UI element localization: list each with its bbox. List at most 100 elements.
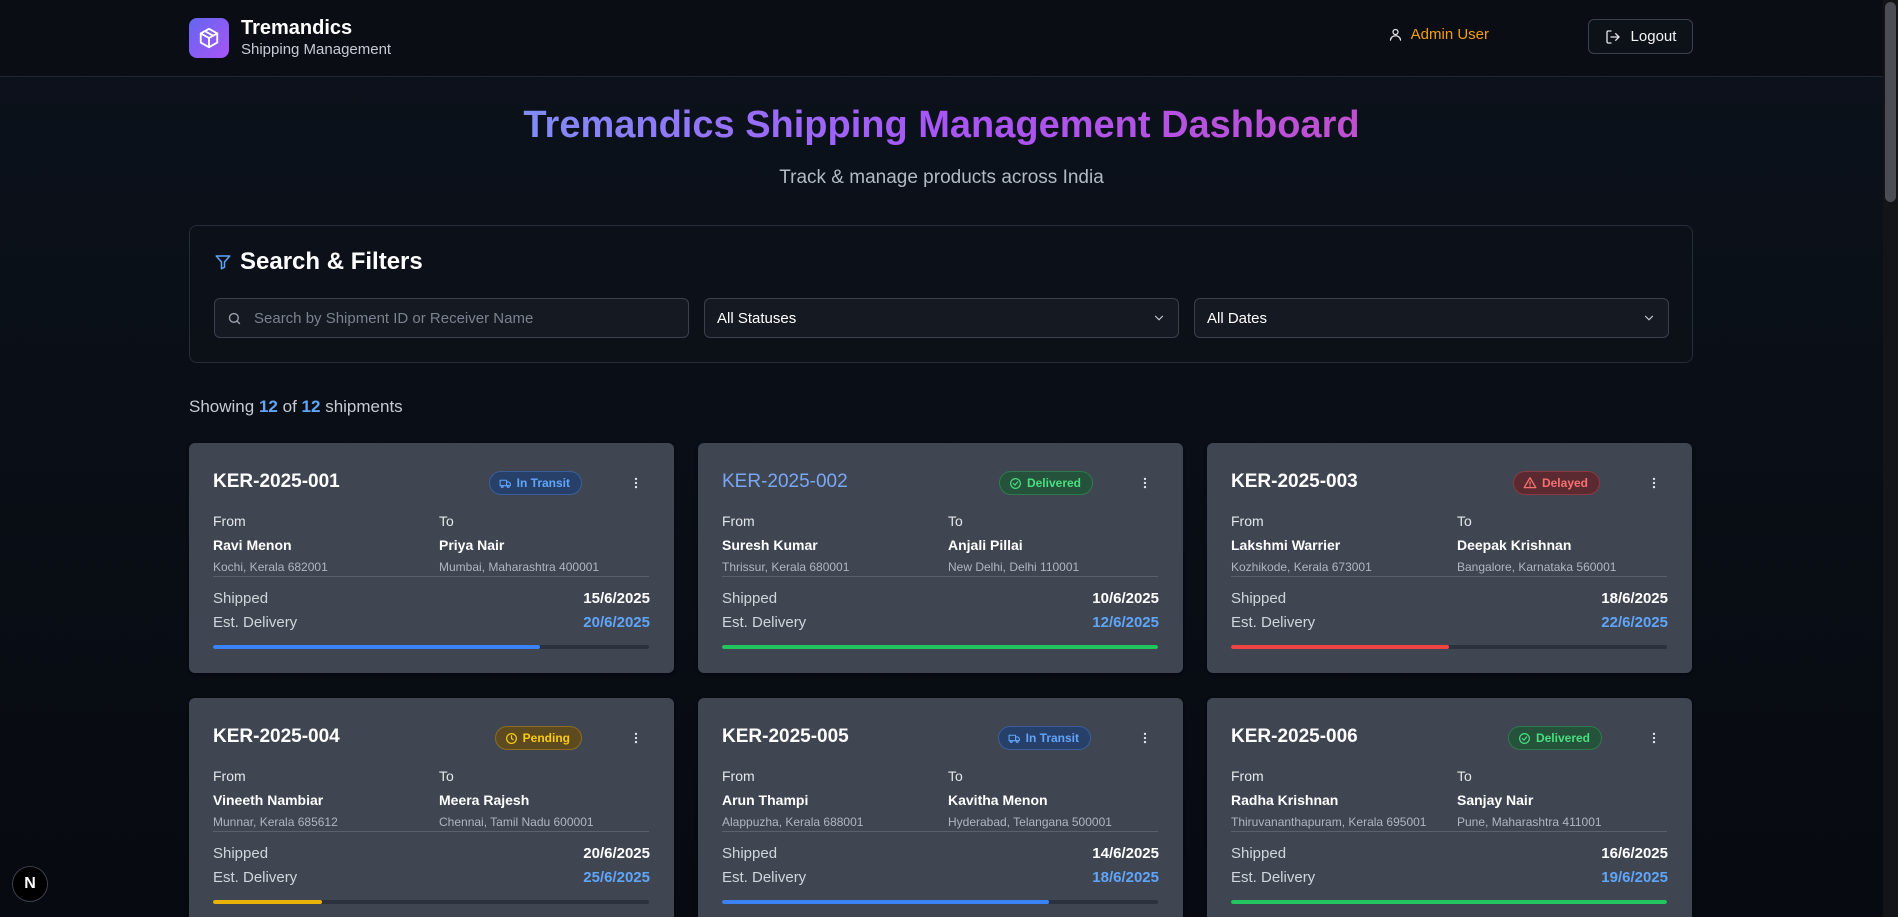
sender-name: Arun Thampi <box>722 792 809 808</box>
scrollbar-thumb[interactable] <box>1885 2 1896 202</box>
warning-icon <box>1523 476 1542 490</box>
user-menu[interactable]: Admin User <box>1388 26 1489 43</box>
shipment-card[interactable]: KER-2025-001 In Transit From Ravi Menon … <box>189 443 674 673</box>
top-navbar: Tremandics Shipping Management Admin Use… <box>0 0 1898 77</box>
shipped-label: Shipped <box>213 845 269 862</box>
est-delivery-date: 20/6/2025 <box>583 614 650 631</box>
chevron-down-icon <box>1154 315 1164 321</box>
date-select[interactable]: All Dates <box>1194 298 1669 338</box>
card-menu-button[interactable] <box>1644 728 1664 748</box>
shipment-card[interactable]: KER-2025-003 Delayed From Lakshmi Warrie… <box>1207 443 1692 673</box>
card-menu-button[interactable] <box>626 728 646 748</box>
card-menu-button[interactable] <box>1135 728 1155 748</box>
divider <box>722 831 1158 832</box>
card-menu-button[interactable] <box>1644 473 1664 493</box>
receiver-address: New Delhi, Delhi 110001 <box>948 560 1080 574</box>
shipment-id[interactable]: KER-2025-006 <box>1231 726 1358 748</box>
progress-fill <box>722 900 1049 904</box>
est-delivery-label: Est. Delivery <box>213 869 298 886</box>
shipment-id[interactable]: KER-2025-001 <box>213 471 340 493</box>
status-badge: Pending <box>494 726 582 750</box>
sender-address: Kozhikode, Kerala 673001 <box>1231 560 1372 574</box>
progress-fill <box>722 645 1158 649</box>
receiver-name: Meera Rajesh <box>439 792 530 808</box>
est-delivery-label: Est. Delivery <box>213 614 298 631</box>
est-delivery-date: 18/6/2025 <box>1092 869 1159 886</box>
check-circle-icon <box>1009 477 1027 490</box>
divider <box>213 831 649 832</box>
est-delivery-label: Est. Delivery <box>722 869 807 886</box>
receiver-address: Bangalore, Karnataka 560001 <box>1457 560 1617 574</box>
clock-icon <box>505 732 523 745</box>
shipped-label: Shipped <box>213 590 269 607</box>
search-input[interactable] <box>254 309 674 327</box>
shipment-id[interactable]: KER-2025-005 <box>722 726 849 748</box>
logout-label: Logout <box>1630 28 1677 45</box>
receiver-name: Kavitha Menon <box>948 792 1048 808</box>
logout-icon <box>1605 29 1620 44</box>
truck-icon <box>499 477 517 490</box>
est-delivery-date: 12/6/2025 <box>1092 614 1159 631</box>
shipment-id[interactable]: KER-2025-002 <box>722 471 848 493</box>
status-badge: Delivered <box>998 471 1093 495</box>
filters-header: Search & Filters <box>214 248 423 276</box>
sender-name: Ravi Menon <box>213 537 292 553</box>
filter-icon <box>215 255 231 270</box>
shipment-id[interactable]: KER-2025-003 <box>1231 471 1358 493</box>
shipment-card[interactable]: KER-2025-006 Delivered From Radha Krishn… <box>1207 698 1692 917</box>
shipment-id[interactable]: KER-2025-004 <box>213 726 340 748</box>
divider <box>1231 576 1667 577</box>
scrollbar[interactable] <box>1883 0 1898 917</box>
card-menu-button[interactable] <box>1135 473 1155 493</box>
est-delivery-label: Est. Delivery <box>1231 614 1316 631</box>
shipped-date: 14/6/2025 <box>1092 845 1159 862</box>
logout-button[interactable]: Logout <box>1588 19 1693 54</box>
est-delivery-date: 25/6/2025 <box>583 869 650 886</box>
divider <box>1231 831 1667 832</box>
total-count: 12 <box>301 397 321 416</box>
search-field[interactable] <box>214 298 689 338</box>
truck-icon <box>1008 732 1026 745</box>
sender-name: Vineeth Nambiar <box>213 792 324 808</box>
dev-indicator-button[interactable]: N <box>12 866 48 902</box>
results-count: Showing 12 of 12 shipments <box>189 397 403 416</box>
status-select[interactable]: All Statuses <box>704 298 1179 338</box>
more-vertical-icon <box>1652 732 1656 744</box>
chevron-down-icon <box>1644 315 1654 321</box>
progress-fill <box>1231 900 1667 904</box>
shipment-card[interactable]: KER-2025-004 Pending From Vineeth Nambia… <box>189 698 674 917</box>
progress-bar <box>213 645 649 649</box>
est-delivery-date: 22/6/2025 <box>1601 614 1668 631</box>
divider <box>722 576 1158 577</box>
status-select-value: All Statuses <box>717 309 797 327</box>
date-select-value: All Dates <box>1207 309 1268 327</box>
receiver-name: Anjali Pillai <box>948 537 1023 553</box>
more-vertical-icon <box>1143 732 1147 744</box>
more-vertical-icon <box>634 732 638 744</box>
to-label: To <box>948 768 963 784</box>
shipment-card[interactable]: KER-2025-002 Delivered From Suresh Kumar… <box>698 443 1183 673</box>
card-menu-button[interactable] <box>626 473 646 493</box>
shipment-card[interactable]: KER-2025-005 In Transit From Arun Thampi… <box>698 698 1183 917</box>
to-label: To <box>1457 513 1472 529</box>
page-title: Tremandics Shipping Management Dashboard <box>523 104 1360 146</box>
shipped-date: 18/6/2025 <box>1601 590 1668 607</box>
progress-fill <box>1231 645 1449 649</box>
shipped-label: Shipped <box>722 590 778 607</box>
filters-heading: Search & Filters <box>240 248 423 275</box>
brand[interactable]: Tremandics Shipping Management <box>189 16 391 60</box>
status-badge: Delivered <box>1507 726 1602 750</box>
receiver-name: Priya Nair <box>439 537 505 553</box>
progress-bar <box>722 645 1158 649</box>
status-badge: Delayed <box>1512 471 1600 495</box>
progress-bar <box>722 900 1158 904</box>
sender-name: Lakshmi Warrier <box>1231 537 1341 553</box>
sender-address: Munnar, Kerala 685612 <box>213 815 338 829</box>
est-delivery-date: 19/6/2025 <box>1601 869 1668 886</box>
from-label: From <box>722 513 755 529</box>
shipped-date: 10/6/2025 <box>1092 590 1159 607</box>
more-vertical-icon <box>634 477 638 489</box>
brand-subtitle: Shipping Management <box>241 41 392 58</box>
page-subtitle: Track & manage products across India <box>779 167 1104 188</box>
sender-address: Thrissur, Kerala 680001 <box>722 560 850 574</box>
